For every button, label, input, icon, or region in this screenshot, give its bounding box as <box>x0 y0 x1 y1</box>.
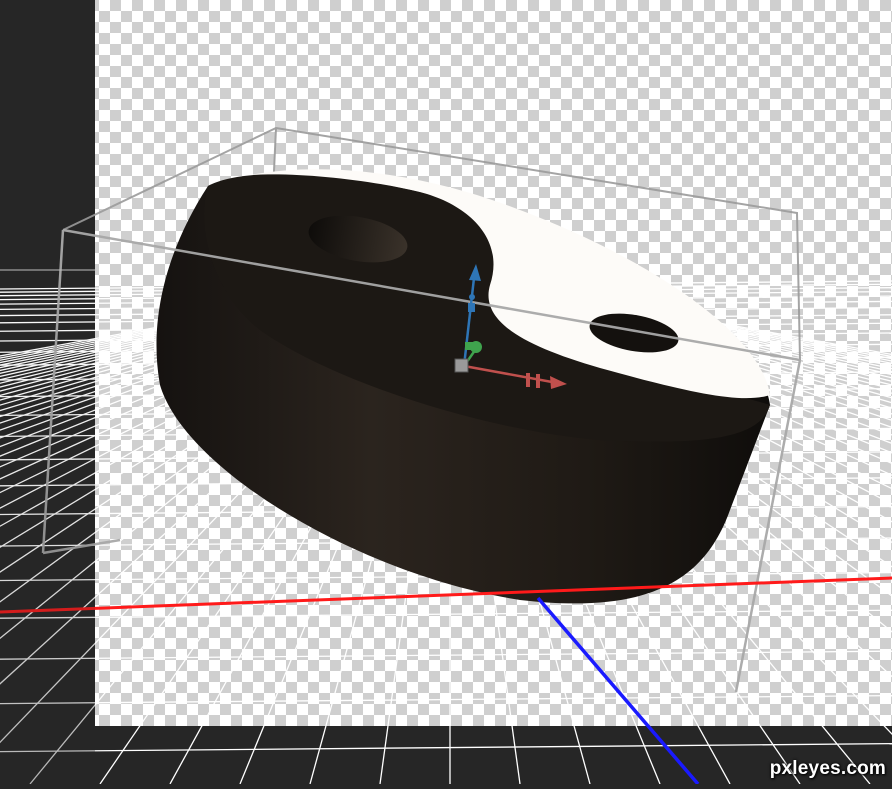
gizmo-x-scale-icon[interactable] <box>536 374 540 388</box>
watermark-text: pxleyes.com <box>769 758 886 779</box>
3d-scene[interactable] <box>0 0 892 786</box>
gizmo-x-rotate-icon[interactable] <box>526 373 530 387</box>
gizmo-y-rotate-icon[interactable] <box>469 294 475 300</box>
gizmo-z-scale-icon[interactable] <box>465 342 473 350</box>
3d-viewport[interactable] <box>0 0 892 786</box>
workspace-fade <box>0 270 95 784</box>
gizmo-y-scale-icon[interactable] <box>468 303 475 312</box>
gizmo-center-handle[interactable] <box>454 358 469 373</box>
